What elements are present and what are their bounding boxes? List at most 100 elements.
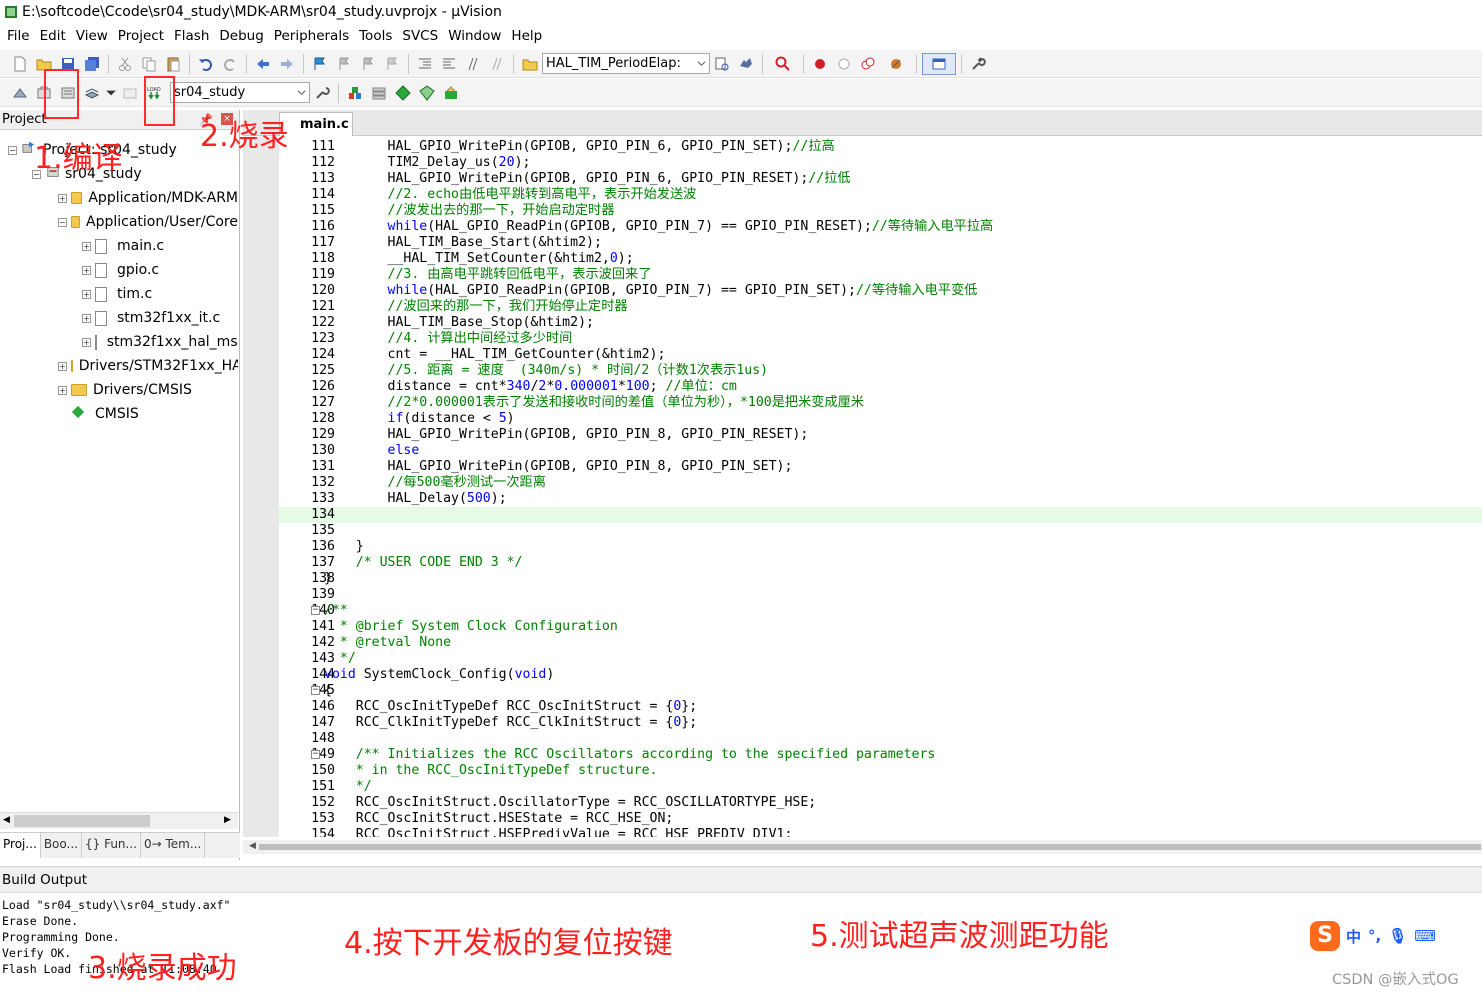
menu-tools[interactable]: Tools xyxy=(354,25,397,47)
tree-item[interactable]: + stm32f1xx_hal_msp.c xyxy=(82,330,238,354)
code-line[interactable]: 111 HAL_GPIO_WritePin(GPIOB, GPIO_PIN_6,… xyxy=(279,139,1482,155)
tree-item[interactable]: + gpio.c xyxy=(82,258,238,282)
code-editor[interactable]: 111 HAL_GPIO_WritePin(GPIOB, GPIO_PIN_6,… xyxy=(279,139,1482,837)
code-line[interactable]: 113 HAL_GPIO_WritePin(GPIOB, GPIO_PIN_6,… xyxy=(279,171,1482,187)
code-line[interactable]: 150 * in the RCC_OscInitTypeDef structur… xyxy=(279,763,1482,779)
expand-icon[interactable]: + xyxy=(82,241,91,251)
uncomment-button[interactable] xyxy=(486,53,508,75)
code-line[interactable]: 123 //4. 计算出中间经过多少时间 xyxy=(279,331,1482,347)
function-combo[interactable]: HAL_TIM_PeriodElap: xyxy=(542,53,710,74)
code-line[interactable]: 151 */ xyxy=(279,779,1482,795)
code-line[interactable]: 120 while(HAL_GPIO_ReadPin(GPIOB, GPIO_P… xyxy=(279,283,1482,299)
scrollbar-thumb[interactable] xyxy=(14,815,150,827)
save-all-button[interactable] xyxy=(81,53,103,75)
collapse-icon[interactable]: − xyxy=(58,217,67,227)
translate-button[interactable] xyxy=(9,82,31,104)
code-line[interactable]: 115 //波发出去的那一下，开始启动定时器 xyxy=(279,203,1482,219)
find-in-files-button[interactable] xyxy=(519,53,541,75)
enable-breakpoint-button[interactable] xyxy=(833,53,855,75)
menu-svcs[interactable]: SVCS xyxy=(397,25,443,47)
expand-icon[interactable]: + xyxy=(58,193,67,203)
code-line[interactable]: 118 __HAL_TIM_SetCounter(&htim2,0); xyxy=(279,251,1482,267)
fold-collapse-icon[interactable]: − xyxy=(311,686,320,695)
menu-project[interactable]: Project xyxy=(113,25,169,47)
code-line[interactable]: 136 } xyxy=(279,539,1482,555)
kill-breakpoints-button[interactable] xyxy=(881,53,911,75)
scroll-left-icon[interactable]: ◀ xyxy=(249,841,256,851)
code-line[interactable]: 114 //2. echo由低电平跳转到高电平，表示开始发送波 xyxy=(279,187,1482,203)
tree-item[interactable]: + tim.c xyxy=(82,282,238,306)
unindent-button[interactable] xyxy=(438,53,460,75)
code-line[interactable]: 132 //每500毫秒测试一次距离 xyxy=(279,475,1482,491)
debug-session-button[interactable] xyxy=(768,53,798,75)
tree-item[interactable]: + Application/MDK-ARM xyxy=(58,186,238,210)
tree-item[interactable]: + main.c xyxy=(82,234,238,258)
batch-build-button[interactable] xyxy=(81,82,103,104)
tab-templates[interactable]: 0→ Tem... xyxy=(141,833,206,858)
code-line[interactable]: 116 while(HAL_GPIO_ReadPin(GPIOB, GPIO_P… xyxy=(279,219,1482,235)
next-bookmark-button[interactable] xyxy=(357,53,379,75)
code-line[interactable]: 141 * @brief System Clock Configuration xyxy=(279,619,1482,635)
menu-view[interactable]: View xyxy=(71,25,113,47)
fold-collapse-icon[interactable]: − xyxy=(311,606,320,615)
navigate-back-button[interactable] xyxy=(252,53,274,75)
expand-icon[interactable]: + xyxy=(82,337,91,347)
expand-icon[interactable]: + xyxy=(58,385,67,395)
menu-help[interactable]: Help xyxy=(506,25,547,47)
window-layout-button[interactable] xyxy=(922,52,956,75)
code-line[interactable]: 147 RCC_ClkInitTypeDef RCC_ClkInitStruct… xyxy=(279,715,1482,731)
code-line[interactable]: 148 xyxy=(279,731,1482,747)
new-file-button[interactable] xyxy=(9,53,31,75)
code-line[interactable]: 131 HAL_GPIO_WritePin(GPIOB, GPIO_PIN_8,… xyxy=(279,459,1482,475)
tab-main-c[interactable]: main.c xyxy=(279,112,353,136)
tree-item[interactable]: CMSIS xyxy=(58,402,238,426)
code-line[interactable]: 133 HAL_Delay(500); xyxy=(279,491,1482,507)
code-line[interactable]: 126 distance = cnt*340/2*0.000001*100; /… xyxy=(279,379,1482,395)
code-line[interactable]: 143 */ xyxy=(279,651,1482,667)
paste-button[interactable] xyxy=(162,53,184,75)
stop-build-button[interactable] xyxy=(119,82,141,104)
code-line[interactable]: 149− /** Initializes the RCC Oscillators… xyxy=(279,747,1482,763)
keyboard-icon[interactable]: ⌨ xyxy=(1414,927,1436,945)
menu-debug[interactable]: Debug xyxy=(214,25,268,47)
prev-bookmark-button[interactable] xyxy=(333,53,355,75)
code-line[interactable]: 128 if(distance < 5) xyxy=(279,411,1482,427)
configure-button[interactable] xyxy=(967,53,989,75)
code-line[interactable]: 125 //5. 距离 = 速度 (340m/s) * 时间/2（计数1次表示1… xyxy=(279,363,1482,379)
code-line[interactable]: 119 //3. 由高电平跳转回低电平，表示波回来了 xyxy=(279,267,1482,283)
code-line[interactable]: 129 HAL_GPIO_WritePin(GPIOB, GPIO_PIN_8,… xyxy=(279,427,1482,443)
manage-project-items-button[interactable] xyxy=(344,82,366,104)
code-line[interactable]: 122 HAL_TIM_Base_Stop(&htim2); xyxy=(279,315,1482,331)
menu-peripherals[interactable]: Peripherals xyxy=(269,25,354,47)
cut-button[interactable] xyxy=(114,53,136,75)
menu-flash[interactable]: Flash xyxy=(169,25,214,47)
breakpoint-gutter[interactable] xyxy=(243,137,279,837)
code-line[interactable]: 137 /* USER CODE END 3 */ xyxy=(279,555,1482,571)
code-line[interactable]: 139 xyxy=(279,587,1482,603)
code-line[interactable]: 112 TIM2_Delay_us(20); xyxy=(279,155,1482,171)
code-line[interactable]: 138} xyxy=(279,571,1482,587)
code-line[interactable]: 121 //波回来的那一下，我们开始停止定时器 xyxy=(279,299,1482,315)
insert-breakpoint-button[interactable] xyxy=(809,53,831,75)
pack-installer-button[interactable] xyxy=(440,82,462,104)
expand-icon[interactable]: + xyxy=(58,361,67,371)
disable-breakpoints-button[interactable] xyxy=(857,53,879,75)
tree-item[interactable]: + stm32f1xx_it.c xyxy=(82,306,238,330)
expand-icon[interactable]: + xyxy=(82,265,91,275)
expand-icon[interactable]: + xyxy=(82,313,91,323)
code-line[interactable]: 142 * @retval None xyxy=(279,635,1482,651)
code-line[interactable]: 144 void SystemClock_Config(void) xyxy=(279,667,1482,683)
clear-bookmarks-button[interactable] xyxy=(381,53,403,75)
code-line[interactable]: 127 //2*0.000001表示了发送和接收时间的差值（单位为秒），*100… xyxy=(279,395,1482,411)
project-horizontal-scrollbar[interactable]: ◀ ▶ xyxy=(0,812,238,829)
code-line[interactable]: 130 else xyxy=(279,443,1482,459)
find-button[interactable] xyxy=(711,53,733,75)
scroll-right-icon[interactable]: ▶ xyxy=(224,815,231,825)
tree-item[interactable]: + Drivers/CMSIS xyxy=(58,378,238,402)
tree-item[interactable]: − Application/User/Core xyxy=(58,210,238,234)
tab-project[interactable]: Proj... xyxy=(0,833,41,858)
batch-build-dropdown[interactable] xyxy=(105,82,117,104)
code-line[interactable]: 140−/** xyxy=(279,603,1482,619)
target-combo[interactable]: sr04_study xyxy=(170,82,310,103)
tab-books[interactable]: Boo... xyxy=(41,833,82,858)
